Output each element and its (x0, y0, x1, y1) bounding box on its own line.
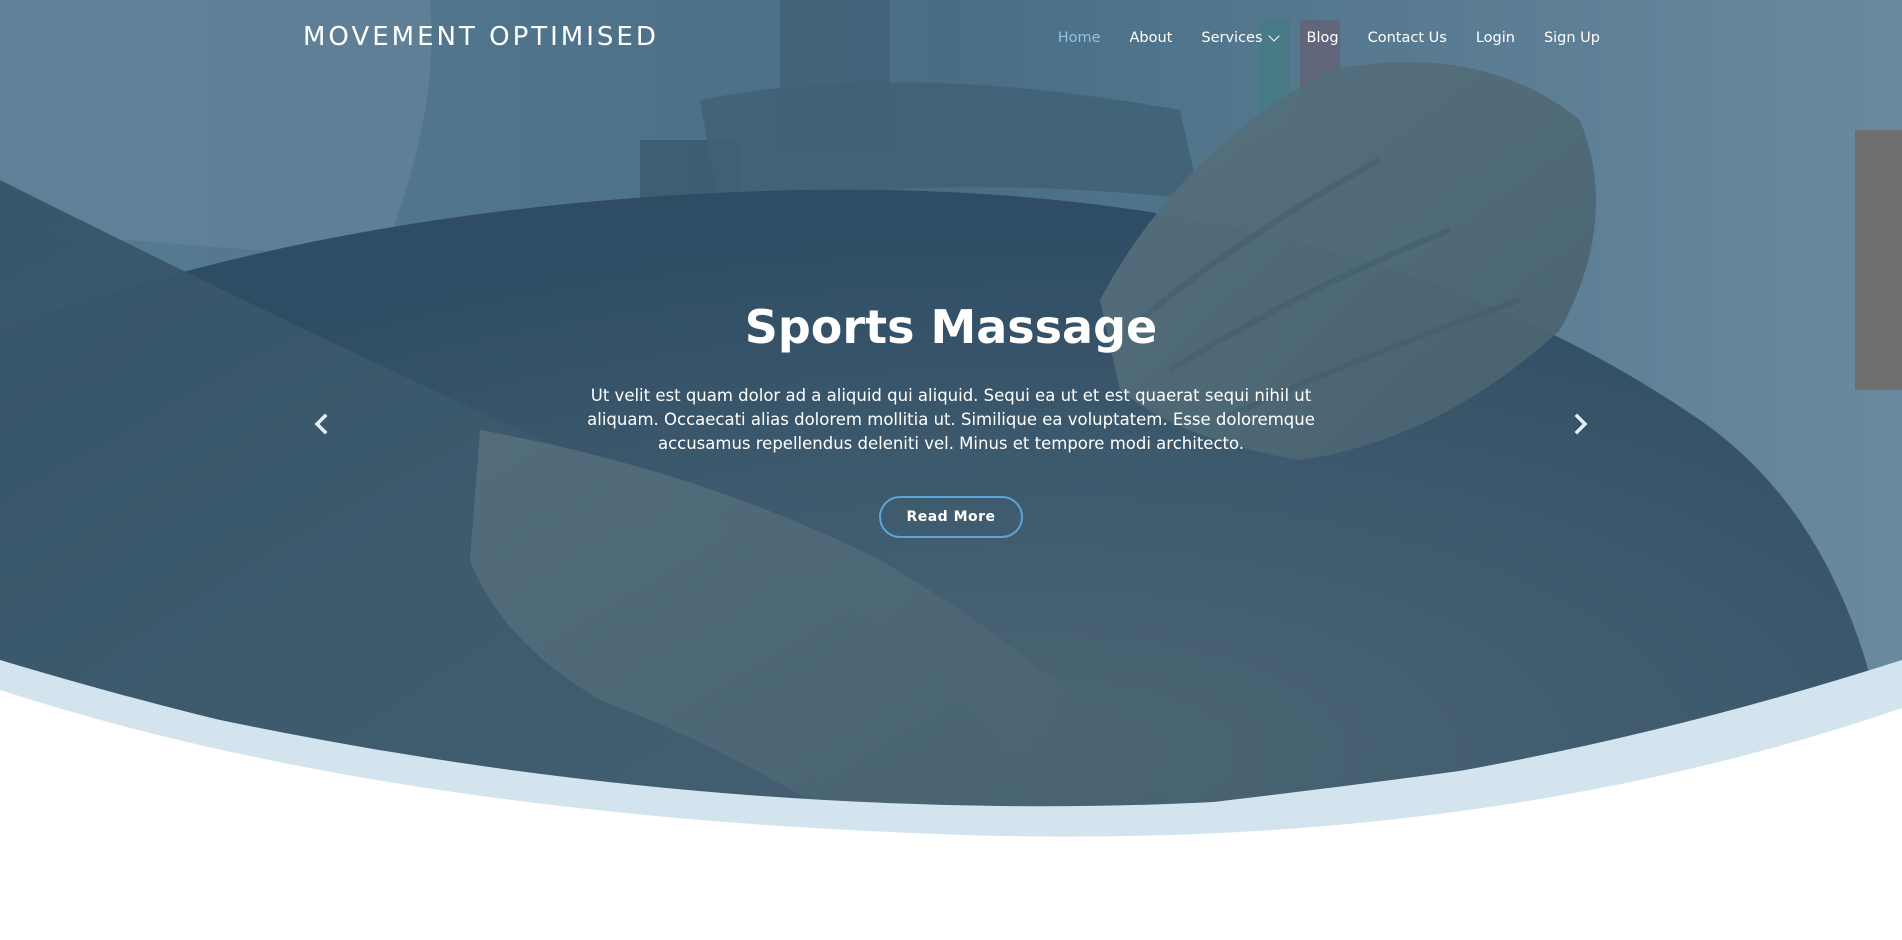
nav-services[interactable]: Services (1201, 29, 1280, 46)
nav-about[interactable]: About (1130, 30, 1173, 46)
nav-blog[interactable]: Blog (1307, 30, 1339, 46)
hero-slide: Sports Massage Ut velit est quam dolor a… (0, 296, 1902, 538)
hero-title: Sports Massage (744, 300, 1158, 354)
site-logo[interactable]: MOVEMENT OPTIMISED (303, 22, 659, 52)
hero-description: Ut velit est quam dolor ad a aliquid qui… (587, 386, 1315, 453)
nav-login[interactable]: Login (1476, 30, 1515, 46)
nav-home[interactable]: Home (1058, 30, 1101, 46)
read-more-button[interactable]: Read More (879, 496, 1023, 538)
nav-sign-up[interactable]: Sign Up (1544, 30, 1600, 46)
page: MOVEMENT OPTIMISED Home About Services B… (0, 0, 1902, 940)
chevron-down-icon (1267, 29, 1280, 42)
site-header: MOVEMENT OPTIMISED Home About Services B… (0, 0, 1902, 80)
nav-services-label: Services (1201, 30, 1263, 46)
main-nav: Home About Services Blog Contact Us Logi… (1029, 29, 1600, 46)
nav-contact-us[interactable]: Contact Us (1368, 30, 1447, 46)
